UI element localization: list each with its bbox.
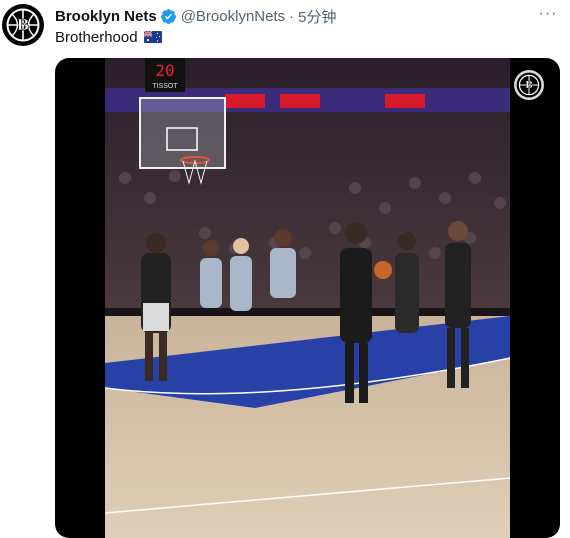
australia-flag-icon: [143, 31, 162, 43]
shot-clock: 20: [155, 61, 174, 80]
svg-text:B: B: [17, 16, 30, 34]
nets-logo-watermark-icon: B: [516, 72, 542, 98]
video-frame: 20 TISSOT: [105, 58, 510, 538]
verified-badge-icon: [160, 8, 176, 24]
nets-logo-watermark: B: [514, 70, 544, 100]
avatar[interactable]: B: [2, 4, 44, 46]
tweet-card[interactable]: B Brooklyn Nets @BrooklynNets · 5分钟 ··· …: [0, 0, 570, 538]
more-options-icon[interactable]: ···: [536, 4, 560, 24]
nets-logo-icon: B: [3, 5, 43, 45]
display-name[interactable]: Brooklyn Nets: [55, 8, 157, 25]
tweet-text: Brotherhood: [55, 28, 162, 46]
video-player[interactable]: 20 TISSOT B: [55, 58, 560, 538]
timestamp[interactable]: 5分钟: [298, 6, 336, 27]
shot-clock-sponsor: TISSOT: [152, 83, 178, 90]
tweet-text-body: Brotherhood: [55, 28, 138, 46]
separator-dot: ·: [289, 7, 295, 25]
svg-text:B: B: [525, 80, 533, 91]
handle[interactable]: @BrooklynNets: [181, 8, 285, 25]
tweet-header: Brooklyn Nets @BrooklynNets · 5分钟: [55, 6, 336, 26]
